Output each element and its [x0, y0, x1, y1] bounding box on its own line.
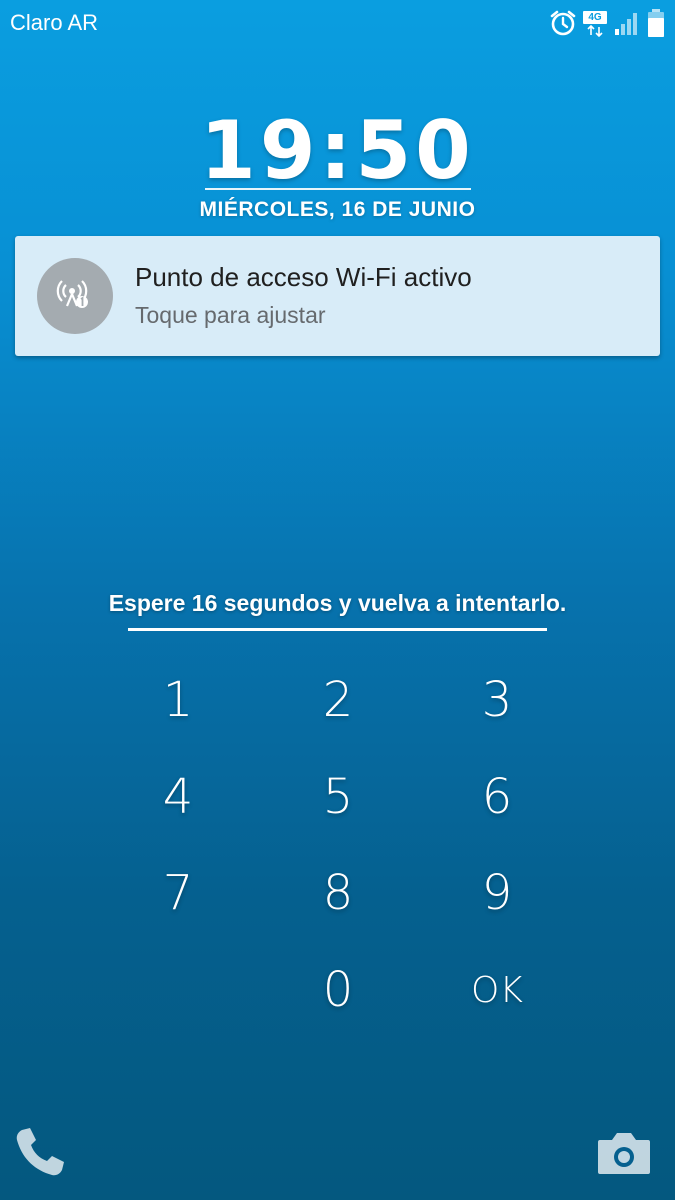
lockscreen-clock: 19:50	[200, 104, 475, 197]
key-3[interactable]: 3	[427, 655, 567, 745]
key-6[interactable]: 6	[427, 752, 567, 842]
ok-button[interactable]: OK	[427, 945, 567, 1035]
key-5[interactable]: 5	[268, 752, 408, 842]
lockout-message: Espere 16 segundos y vuelva a intentarlo…	[108, 590, 567, 616]
key-8[interactable]: 8	[268, 848, 408, 938]
battery-icon	[647, 8, 665, 38]
network-badge-text: 4G	[583, 11, 607, 24]
network-4g-icon: 4G	[583, 9, 607, 37]
signal-icon	[613, 9, 641, 37]
status-icons: 4G	[549, 6, 665, 40]
key-2[interactable]: 2	[268, 655, 408, 745]
hotspot-notification[interactable]: Punto de acceso Wi-Fi activo Toque para …	[15, 236, 660, 356]
notification-icon-badge	[37, 258, 113, 334]
notification-title: Punto de acceso Wi-Fi activo	[135, 262, 472, 292]
key-9[interactable]: 9	[427, 848, 567, 938]
key-1[interactable]: 1	[108, 655, 248, 745]
lockscreen-date: MIÉRCOLES, 16 DE JUNIO	[199, 198, 476, 221]
pin-entry-field[interactable]	[128, 628, 547, 631]
notification-subtitle: Toque para ajustar	[135, 302, 326, 328]
camera-icon[interactable]	[596, 1128, 652, 1181]
clock-divider	[205, 188, 471, 190]
status-bar: Claro AR 4G	[0, 0, 675, 46]
wifi-hotspot-icon	[55, 274, 95, 319]
key-4[interactable]: 4	[108, 752, 248, 842]
phone-icon[interactable]	[12, 1124, 68, 1185]
carrier-name: Claro AR	[10, 10, 99, 35]
alarm-icon	[549, 9, 577, 37]
key-0[interactable]: 0	[268, 945, 408, 1035]
key-7[interactable]: 7	[108, 848, 248, 938]
